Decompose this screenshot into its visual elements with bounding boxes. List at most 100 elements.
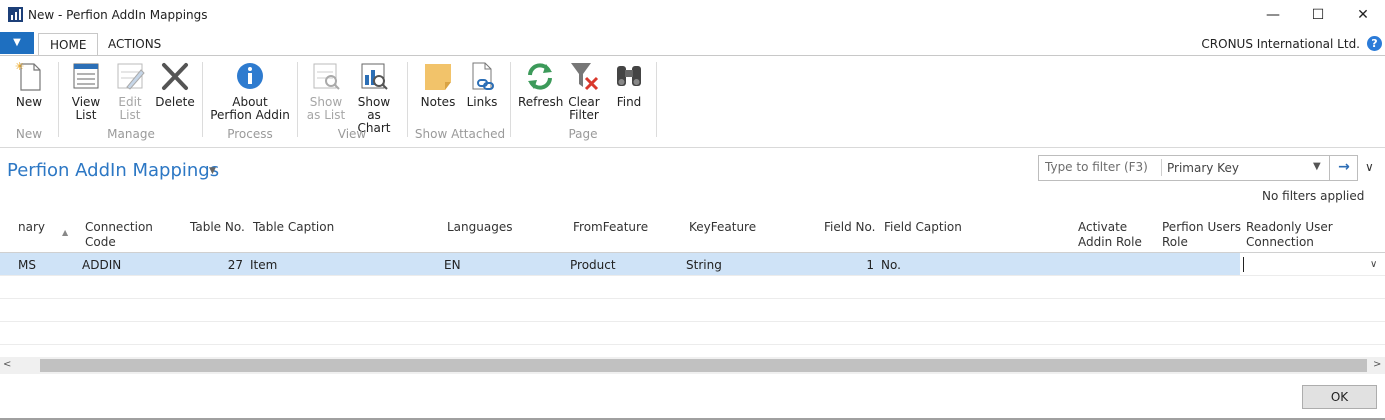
filter-input[interactable] — [1039, 156, 1163, 178]
edit-list-label-2: List — [119, 108, 141, 122]
show-as-list-button[interactable]: Show as List — [306, 60, 346, 122]
text-cursor — [1243, 257, 1244, 272]
scroll-right-icon[interactable]: > — [1373, 359, 1381, 370]
about-label-2: Perfion Addin — [210, 108, 290, 122]
group-new-label: New — [15, 127, 43, 141]
cell-languages[interactable]: EN — [444, 258, 461, 272]
links-button[interactable]: Links — [463, 60, 501, 109]
show-as-chart-label-1: Show as — [357, 95, 391, 122]
edit-list-button[interactable]: Edit List — [111, 60, 149, 122]
column-header-label: Field No. — [824, 220, 876, 234]
group-divider — [407, 62, 408, 137]
column-header-label: Activate — [1078, 220, 1128, 234]
column-header-key-feature[interactable]: KeyFeature — [689, 220, 756, 235]
delete-button[interactable]: Delete — [154, 60, 196, 109]
filter-apply-arrow-icon[interactable]: → — [1329, 156, 1358, 180]
clear-filter-icon — [569, 60, 599, 92]
app-menu-button[interactable]: ▼ — [0, 32, 34, 54]
filter-dropdown-icon[interactable]: ▼ — [1313, 161, 1321, 172]
cell-connection-code[interactable]: ADDIN — [82, 258, 121, 272]
column-header-label: Table No. — [190, 220, 245, 234]
sort-ascending-icon[interactable]: ▲ — [62, 228, 68, 237]
column-header-table-caption[interactable]: Table Caption — [253, 220, 334, 235]
group-process-label: Process — [227, 127, 273, 141]
view-list-label-2: List — [75, 108, 97, 122]
title-dropdown-icon[interactable]: ▼ — [209, 166, 216, 176]
cell-field-caption[interactable]: No. — [881, 258, 901, 272]
view-list-button[interactable]: View List — [66, 60, 106, 122]
cell-dropdown-icon[interactable]: ∨ — [1370, 259, 1377, 270]
collapse-chevron-icon[interactable]: ∨ — [1365, 160, 1374, 174]
column-header-primary[interactable]: nary — [18, 220, 45, 235]
delete-label: Delete — [155, 95, 195, 109]
column-header-label: Field Caption — [884, 220, 962, 234]
group-divider — [656, 62, 657, 137]
column-header-field-no[interactable]: Field No. — [824, 220, 875, 235]
group-divider — [297, 62, 298, 137]
column-header-label: Readonly User — [1246, 220, 1333, 234]
filter-field-select[interactable]: Primary Key — [1167, 161, 1239, 175]
notes-icon — [423, 60, 453, 92]
tab-actions[interactable]: ACTIONS — [97, 33, 172, 56]
column-header-connection-code[interactable]: Connection Code — [85, 220, 153, 250]
column-header-from-feature[interactable]: FromFeature — [573, 220, 648, 235]
column-header-activate-addin-role[interactable]: Activate Addin Role — [1078, 220, 1142, 250]
row-divider — [0, 321, 1385, 322]
clear-filter-button[interactable]: Clear Filter — [566, 60, 602, 122]
ok-button[interactable]: OK — [1302, 385, 1377, 409]
filter-divider — [1161, 159, 1162, 176]
show-as-list-icon — [311, 60, 341, 92]
column-header-label: Connection — [1246, 235, 1314, 249]
company-name: CRONUS International Ltd. — [1201, 37, 1360, 51]
show-as-chart-button[interactable]: Show as Chart — [350, 60, 398, 135]
binoculars-icon — [614, 60, 644, 92]
cell-field-no[interactable]: 1 — [824, 258, 874, 272]
cell-from-feature[interactable]: Product — [570, 258, 616, 272]
new-document-icon: ✳ — [14, 60, 44, 92]
links-icon — [467, 60, 497, 92]
group-divider — [510, 62, 511, 137]
help-icon[interactable]: ? — [1367, 36, 1382, 51]
group-page-label: Page — [568, 127, 598, 141]
window-title: New - Perfion AddIn Mappings — [28, 8, 208, 22]
row-divider — [0, 344, 1385, 345]
cell-primary[interactable]: MS — [18, 258, 36, 272]
view-list-icon — [71, 60, 101, 92]
scrollbar-thumb[interactable] — [40, 359, 1367, 372]
scroll-left-icon[interactable]: < — [3, 359, 11, 370]
column-header-perfion-users-role[interactable]: Perfion Users Role — [1162, 220, 1241, 250]
about-perfion-addin-button[interactable]: About Perfion Addin — [210, 60, 290, 122]
column-header-field-caption[interactable]: Field Caption — [884, 220, 962, 235]
maximize-button[interactable]: ☐ — [1295, 2, 1341, 28]
find-label: Find — [616, 95, 642, 109]
cell-key-feature[interactable]: String — [686, 258, 722, 272]
row-divider — [0, 275, 1385, 276]
notes-button[interactable]: Notes — [418, 60, 458, 109]
minimize-button[interactable]: — — [1250, 2, 1296, 28]
links-label: Links — [466, 95, 498, 109]
filter-box: Primary Key ▼ → — [1038, 155, 1358, 181]
clear-filter-label-2: Filter — [569, 108, 599, 122]
title-bar — [0, 0, 1385, 30]
column-header-label: nary — [18, 220, 45, 234]
page-title[interactable]: Perfion AddIn Mappings — [7, 160, 219, 181]
column-header-table-no[interactable]: Table No. — [190, 220, 245, 235]
edit-list-icon — [115, 60, 145, 92]
cell-table-no[interactable]: 27 — [190, 258, 243, 272]
cell-table-caption[interactable]: Item — [250, 258, 277, 272]
column-header-languages[interactable]: Languages — [447, 220, 512, 235]
filter-status: No filters applied — [1262, 189, 1365, 203]
find-button[interactable]: Find — [610, 60, 648, 109]
new-button[interactable]: ✳ New — [10, 60, 48, 109]
refresh-button[interactable]: Refresh — [518, 60, 563, 109]
new-label: New — [15, 95, 43, 109]
group-view-label: View — [337, 127, 367, 141]
show-as-chart-icon — [359, 60, 389, 92]
close-button[interactable]: ✕ — [1340, 2, 1385, 28]
column-header-label: FromFeature — [573, 220, 649, 234]
notes-label: Notes — [420, 95, 456, 109]
show-as-list-label-2: as List — [306, 108, 346, 122]
app-icon — [8, 7, 23, 22]
table-row[interactable] — [0, 253, 1240, 275]
column-header-readonly-user-connection[interactable]: Readonly User Connection — [1246, 220, 1333, 250]
